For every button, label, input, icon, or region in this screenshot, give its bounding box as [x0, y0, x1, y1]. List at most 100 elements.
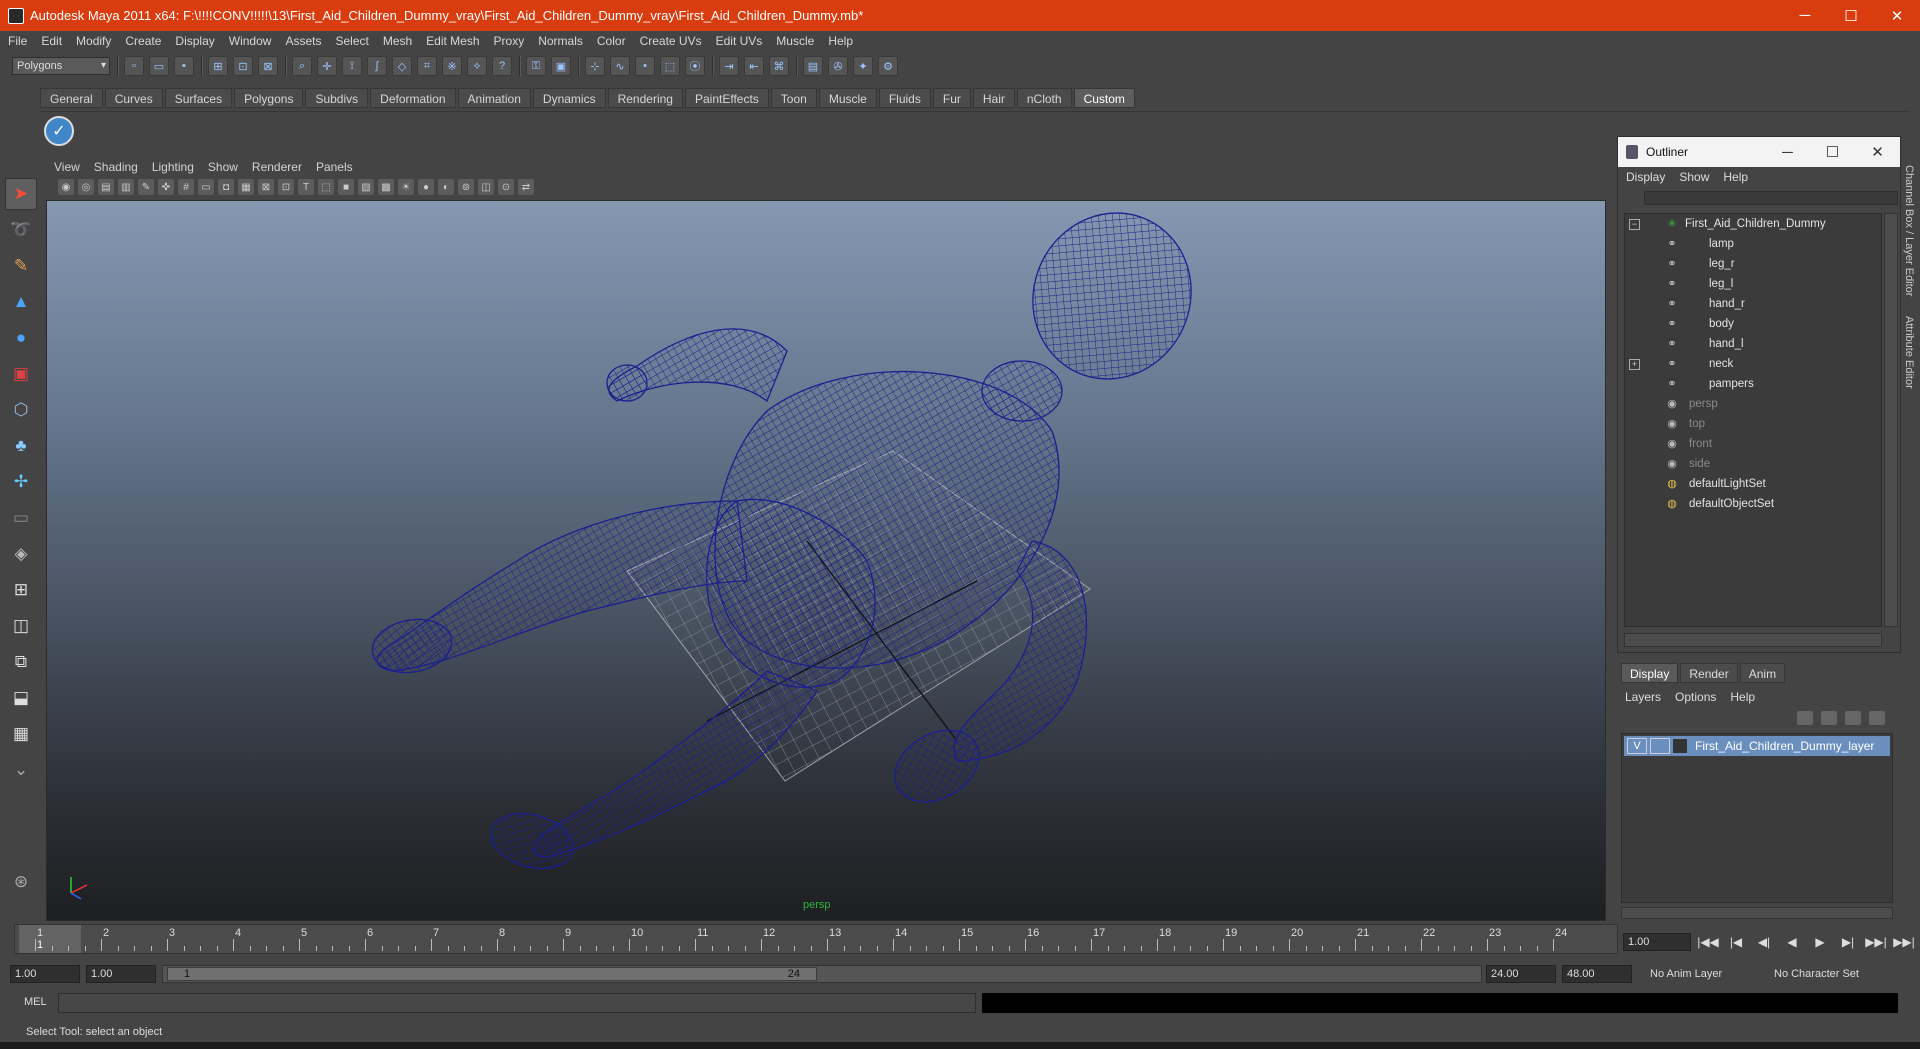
- menu-display[interactable]: Display: [175, 34, 214, 48]
- outliner-item[interactable]: ⚭ hand_r: [1625, 294, 1881, 314]
- soft-modification-icon[interactable]: ♣: [5, 430, 37, 462]
- shelf-tab-ncloth[interactable]: nCloth: [1016, 88, 1072, 108]
- persp-outliner-layout-icon[interactable]: ◫: [5, 610, 37, 642]
- snap-point-icon[interactable]: •: [635, 56, 655, 76]
- highlight-selection-icon[interactable]: ▣: [551, 56, 571, 76]
- playback-end-field[interactable]: 24.00: [1486, 965, 1556, 983]
- make-live-icon[interactable]: ⦿: [685, 56, 705, 76]
- outliner-menu-help[interactable]: Help: [1723, 170, 1748, 184]
- shelf-tab-general[interactable]: General: [40, 88, 103, 108]
- scale-tool-icon[interactable]: ▣: [5, 358, 37, 390]
- four-view-layout-icon[interactable]: ⊞: [5, 574, 37, 606]
- camera-attributes-icon[interactable]: ◎: [78, 179, 94, 195]
- anim-layer-dropdown[interactable]: No Anim Layer: [1650, 965, 1760, 983]
- new-scene-icon[interactable]: ▫: [124, 56, 144, 76]
- menu-window[interactable]: Window: [229, 34, 272, 48]
- select-joints-icon[interactable]: ⟟: [342, 56, 362, 76]
- viewport-menu-shading[interactable]: Shading: [94, 160, 138, 174]
- perspective-viewport[interactable]: persp: [46, 200, 1606, 921]
- outliner-item[interactable]: − ✳ First_Aid_Children_Dummy: [1625, 214, 1881, 234]
- snap-grid-icon[interactable]: ⊹: [585, 56, 605, 76]
- layout-menu-icon[interactable]: ⌄: [5, 754, 37, 786]
- check-icon[interactable]: ✓: [44, 116, 74, 146]
- pick-mask-icon[interactable]: ⌕: [292, 56, 312, 76]
- layer-menu-layers[interactable]: Layers: [1625, 690, 1661, 704]
- persp-hypershade-layout-icon[interactable]: ▦: [5, 718, 37, 750]
- wireframe-icon[interactable]: ⬚: [318, 179, 334, 195]
- shelf-tab-toon[interactable]: Toon: [770, 88, 817, 108]
- shelf-tab-polygons[interactable]: Polygons: [234, 88, 304, 108]
- side-tab-channel-box[interactable]: Channel Box / Layer Editor: [1903, 165, 1915, 296]
- menu-help[interactable]: Help: [828, 34, 853, 48]
- mel-label[interactable]: MEL: [24, 996, 47, 1008]
- two-d-pan-icon[interactable]: ✜: [158, 179, 174, 195]
- select-handles-icon[interactable]: ✛: [317, 56, 337, 76]
- side-tab-attribute-editor[interactable]: Attribute Editor: [1903, 316, 1915, 389]
- all-lights-icon[interactable]: ●: [418, 179, 434, 195]
- current-time-field[interactable]: 1.00: [1623, 933, 1691, 951]
- play-backwards-button[interactable]: ◀: [1778, 933, 1806, 951]
- range-slider-handle[interactable]: 1 24: [167, 967, 817, 981]
- menu-modify[interactable]: Modify: [76, 34, 111, 48]
- menu-assets[interactable]: Assets: [285, 34, 321, 48]
- move-layer-down-icon[interactable]: [1821, 711, 1837, 725]
- xray-icon[interactable]: ◫: [478, 179, 494, 195]
- outliner-item[interactable]: ⚭ leg_r: [1625, 254, 1881, 274]
- layer-menu-help[interactable]: Help: [1730, 690, 1755, 704]
- outliner-horizontal-scrollbar[interactable]: [1624, 633, 1882, 647]
- go-to-start-button[interactable]: |◀◀: [1694, 933, 1722, 951]
- create-layer-from-selected-icon[interactable]: [1869, 711, 1885, 725]
- layer-tab-render[interactable]: Render: [1680, 663, 1738, 683]
- mel-command-input[interactable]: [58, 993, 976, 1013]
- menu-create[interactable]: Create: [125, 34, 161, 48]
- grease-pencil-icon[interactable]: ✎: [138, 179, 154, 195]
- menu-muscle[interactable]: Muscle: [776, 34, 814, 48]
- shelf-tab-curves[interactable]: Curves: [104, 88, 163, 108]
- minimize-button[interactable]: ─: [1782, 0, 1828, 31]
- outliner-close-button[interactable]: ✕: [1855, 137, 1900, 167]
- output-ops-icon[interactable]: ⇤: [744, 56, 764, 76]
- select-dynamics-icon[interactable]: ※: [442, 56, 462, 76]
- move-tool-icon[interactable]: ▲: [5, 286, 37, 318]
- manipulator-tool-icon[interactable]: ⬡: [5, 394, 37, 426]
- save-scene-icon[interactable]: ▪: [174, 56, 194, 76]
- outliner-menu-show[interactable]: Show: [1679, 170, 1709, 184]
- outliner-item[interactable]: ⚭ hand_l: [1625, 334, 1881, 354]
- snap-curve-icon[interactable]: ∿: [610, 56, 630, 76]
- resolution-gate-icon[interactable]: ◘: [218, 179, 234, 195]
- layer-playback-toggle[interactable]: [1650, 738, 1670, 754]
- lock-selection-icon[interactable]: ⚿: [526, 56, 546, 76]
- paint-select-tool-icon[interactable]: ✎: [5, 250, 37, 282]
- lasso-tool-icon[interactable]: ➰: [5, 214, 37, 246]
- dummy-wireframe-model[interactable]: [47, 201, 1606, 921]
- rotate-tool-icon[interactable]: ●: [5, 322, 37, 354]
- character-set-dropdown[interactable]: No Character Set: [1774, 965, 1884, 983]
- outliner-menu-display[interactable]: Display: [1626, 170, 1665, 184]
- film-gate-icon[interactable]: ▭: [198, 179, 214, 195]
- layer-horizontal-scrollbar[interactable]: [1621, 907, 1893, 919]
- range-slider-track[interactable]: 1 24: [162, 965, 1482, 983]
- select-rendering-icon[interactable]: ⟡: [467, 56, 487, 76]
- select-hierarchy-icon[interactable]: ⊞: [208, 56, 228, 76]
- shelf-tab-subdivs[interactable]: Subdivs: [305, 88, 369, 108]
- select-object-icon[interactable]: ⊡: [233, 56, 253, 76]
- menu-create-uvs[interactable]: Create UVs: [640, 34, 702, 48]
- step-forward-key-button[interactable]: ▶▶|: [1862, 933, 1890, 951]
- safe-title-icon[interactable]: T: [298, 179, 314, 195]
- render-icon[interactable]: ⊛: [5, 866, 37, 898]
- snap-view-plane-icon[interactable]: ⬚: [660, 56, 680, 76]
- time-slider[interactable]: 1 1 2 3 4 5 6 7 8 9 10 11 12 13 14 15 16 17 18 19 20 21 22 23 2…: [14, 924, 1618, 954]
- ipr-render-icon[interactable]: ✦: [853, 56, 873, 76]
- textured-icon[interactable]: ▩: [378, 179, 394, 195]
- persp-graph-layout-icon[interactable]: ⧉: [5, 646, 37, 678]
- maximize-button[interactable]: ☐: [1828, 0, 1874, 31]
- menu-mesh[interactable]: Mesh: [383, 34, 412, 48]
- layer-visibility-toggle[interactable]: V: [1627, 738, 1647, 754]
- layer-tab-anim[interactable]: Anim: [1739, 663, 1786, 683]
- menu-normals[interactable]: Normals: [538, 34, 583, 48]
- outliner-item[interactable]: ⚭ body: [1625, 314, 1881, 334]
- menu-select[interactable]: Select: [335, 34, 368, 48]
- render-settings-icon[interactable]: ⚙: [878, 56, 898, 76]
- menu-color[interactable]: Color: [597, 34, 626, 48]
- default-lighting-icon[interactable]: ☀: [398, 179, 414, 195]
